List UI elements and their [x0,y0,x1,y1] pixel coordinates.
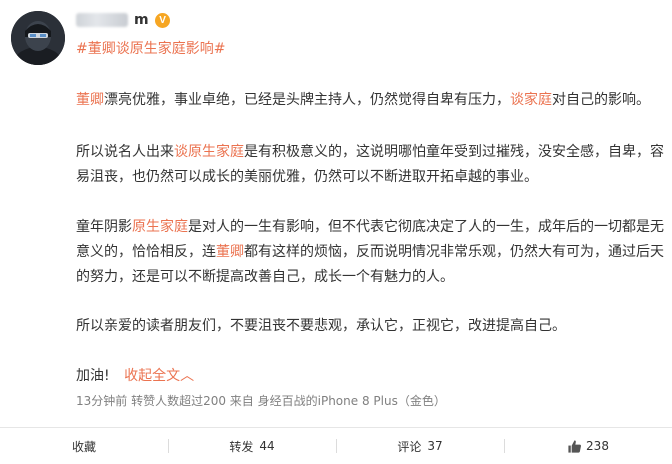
collapse-arrow-icon: ︿ [180,368,195,384]
action-bar: 收藏 转发 44 评论 37 238 [0,428,672,464]
post-paragraph-3: 童年阴影原生家庭是对人的一生有影响，但不代表它彻底决定了人的一生，成年后的一切都… [76,215,664,290]
repost-label: 转发 [229,439,254,454]
like-button[interactable]: 238 [504,428,672,464]
avatar[interactable] [11,11,65,65]
post-meta: 13分钟前 转赞人数超过200 来自 身经百战的iPhone 8 Plus（金色… [76,394,446,408]
keyword-link[interactable]: 谈家庭 [510,92,552,108]
post-closing-line: 加油! 收起全文︿ [76,365,194,387]
paragraph-text: 对自己的影响。 [552,92,650,108]
topic-link[interactable]: #董卿谈原生家庭影响# [76,38,225,58]
post-paragraph-2: 所以说名人出来谈原生家庭是有积极意义的，这说明哪怕童年受到过摧残，没安全感，自卑… [76,140,664,190]
paragraph-text: 所以说名人出来 [76,144,174,160]
like-count: 238 [586,439,609,453]
keyword-link[interactable]: 原生家庭 [132,219,188,235]
post-paragraph-4: 所以亲爱的读者朋友们，不要沮丧不要悲观，承认它，正视它，改进提高自己。 [76,318,566,334]
collapse-full-text-link[interactable]: 收起全文︿ [124,368,194,384]
paragraph-text: 童年阴影 [76,219,132,235]
user-name-redacted [76,13,128,27]
paragraph-text: 漂亮优雅，事业卓绝，已经是头牌主持人，仍然觉得自卑有压力， [104,92,510,108]
keyword-link[interactable]: 董卿 [216,244,244,260]
thumbs-up-icon [568,439,582,453]
comment-button[interactable]: 评论 37 [336,428,504,464]
comment-label: 评论 [397,439,422,454]
user-name-suffix[interactable]: m [134,12,149,28]
repost-button[interactable]: 转发 44 [168,428,336,464]
vip-badge-icon: V [155,12,171,28]
avatar-image [11,11,65,65]
keyword-link[interactable]: 谈原生家庭 [174,144,244,160]
comment-count: 37 [427,439,443,453]
favorite-label: 收藏 [71,439,96,454]
repost-count: 44 [259,439,275,453]
favorite-button[interactable]: 收藏 [0,428,168,464]
keyword-link[interactable]: 董卿 [76,92,104,108]
cheer-text: 加油! [76,368,110,384]
user-name-row: m V [76,9,171,31]
collapse-label: 收起全文 [124,368,181,384]
post-paragraph-1: 董卿漂亮优雅，事业卓绝，已经是头牌主持人，仍然觉得自卑有压力，谈家庭对自己的影响… [76,88,664,113]
